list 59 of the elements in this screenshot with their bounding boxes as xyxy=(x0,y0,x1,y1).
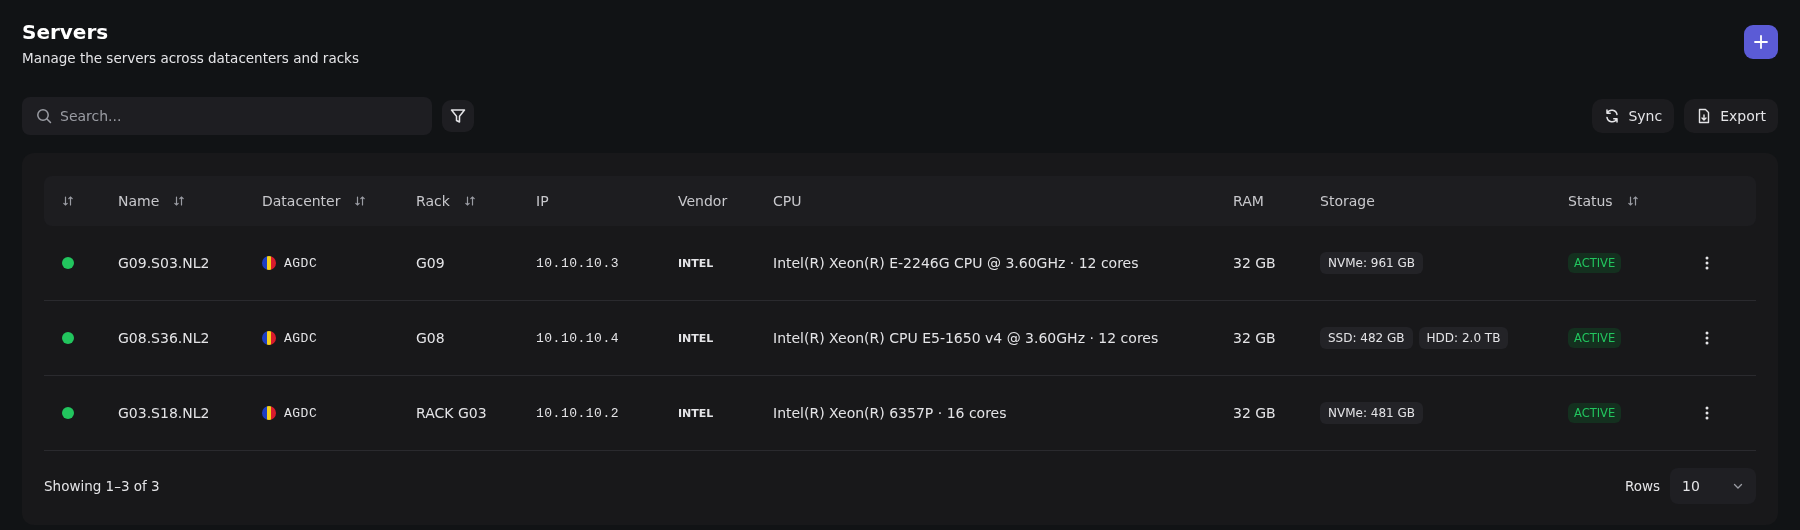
pagination-summary: Showing 1–3 of 3 xyxy=(44,478,160,494)
table-cell: 32 GB xyxy=(1233,330,1276,346)
storage-tag: SSD: 482 GB xyxy=(1320,327,1413,349)
table-cell: INTEL xyxy=(678,256,714,270)
storage-tag: NVMe: 961 GB xyxy=(1320,252,1424,274)
table-cell: INTEL xyxy=(678,331,714,345)
sort-icon[interactable] xyxy=(173,195,186,207)
flag-icon xyxy=(262,406,276,420)
page-title: Servers xyxy=(22,20,110,44)
flag-icon xyxy=(262,331,276,345)
column-header: CPU xyxy=(773,193,802,209)
sort-icon[interactable] xyxy=(62,195,74,207)
status-badge: ACTIVE xyxy=(1568,328,1622,348)
table-cell: Intel(R) Xeon(R) E-2246G CPU @ 3.60GHz · 12 cores xyxy=(773,255,1139,271)
column-header: RAM xyxy=(1233,193,1264,209)
table-cell: INTEL xyxy=(678,406,714,420)
column-header: Status xyxy=(1568,193,1613,209)
table-cell: 32 GB xyxy=(1233,405,1276,421)
flag-icon xyxy=(262,256,276,270)
page-subtitle: Manage the servers across datacenters and racks xyxy=(22,50,359,66)
table-cell: AGDC xyxy=(284,330,318,346)
table-cell: RACK G03 xyxy=(416,405,487,421)
storage-tag: NVMe: 481 GB xyxy=(1320,402,1424,424)
table-cell: 32 GB xyxy=(1233,255,1276,271)
table-cell: AGDC xyxy=(284,405,318,421)
column-header: Storage xyxy=(1320,193,1375,209)
table-cell: G08.S36.NL2 xyxy=(118,330,210,346)
search-field[interactable]: Search... xyxy=(22,97,432,135)
table-cell: AGDC xyxy=(284,255,318,271)
status-badge: ACTIVE xyxy=(1568,253,1622,273)
filter-button[interactable] xyxy=(442,100,474,132)
sort-icon[interactable] xyxy=(1626,195,1639,207)
table-cell: Intel(R) Xeon(R) CPU E5-1650 v4 @ 3.60GHz · 12 cores xyxy=(773,330,1159,346)
plus-icon xyxy=(1754,35,1768,49)
sync-button[interactable]: Sync xyxy=(1592,99,1675,133)
filter-icon xyxy=(449,107,467,125)
table-cell: 10.10.10.4 xyxy=(536,330,619,346)
table-cell: Intel(R) Xeon(R) 6357P · 16 cores xyxy=(773,405,1007,421)
export-button[interactable]: Export xyxy=(1684,99,1778,133)
add-button[interactable] xyxy=(1744,25,1778,59)
table-cell: G08 xyxy=(416,330,445,346)
storage-tag: HDD: 2.0 TB xyxy=(1418,327,1509,349)
column-header: Vendor xyxy=(678,193,728,209)
table-cell: 10.10.10.3 xyxy=(536,255,619,271)
sort-icon[interactable] xyxy=(463,195,476,207)
status-badge: ACTIVE xyxy=(1568,403,1622,423)
rows-label: Rows xyxy=(1624,478,1660,494)
rows-select[interactable]: 10 xyxy=(1670,468,1756,504)
table-cell: G09.S03.NL2 xyxy=(118,255,210,271)
column-header: IP xyxy=(536,193,549,209)
table-cell: G03.S18.NL2 xyxy=(118,405,210,421)
search-icon xyxy=(36,108,52,124)
column-header: Datacenter xyxy=(262,193,341,209)
refresh-icon xyxy=(1604,108,1621,124)
table-cell: G09 xyxy=(416,255,445,271)
column-header: Name xyxy=(118,193,160,209)
table-cell: 10.10.10.2 xyxy=(536,405,619,421)
sort-icon[interactable] xyxy=(354,195,367,207)
column-header: Rack xyxy=(416,193,450,209)
